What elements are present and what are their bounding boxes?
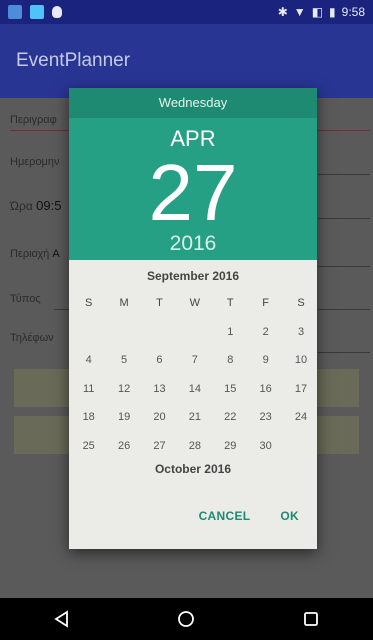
calendar-day[interactable]: 25 [71, 432, 106, 461]
calendar-day[interactable]: 17 [283, 375, 318, 404]
calendar-empty-cell [106, 318, 141, 347]
date-picker-dialog: Wednesday APR 27 2016 September 2016 S M T… [69, 88, 317, 549]
area-field-line [318, 266, 370, 267]
calendar-day[interactable]: 4 [71, 346, 106, 375]
bluetooth-icon: ✱ [277, 5, 288, 19]
android-debug-icon [52, 6, 62, 18]
phone-field[interactable] [318, 352, 370, 353]
document-icon [8, 5, 22, 19]
selected-year[interactable]: 2016 [69, 232, 317, 256]
weekday-header: F [262, 297, 270, 309]
no-sim-icon: ◧ [311, 5, 324, 19]
recents-button[interactable] [291, 604, 331, 634]
calendar-day[interactable]: 19 [106, 403, 141, 432]
calendar-day[interactable]: 3 [283, 318, 318, 347]
weekday-header: S [297, 297, 305, 309]
calendar-day[interactable]: 8 [213, 346, 248, 375]
battery-icon: ▮ [329, 5, 336, 19]
calendar-day[interactable]: 22 [213, 403, 248, 432]
weekday-header: W [189, 297, 201, 309]
calendar-day[interactable]: 1 [213, 318, 248, 347]
recents-icon [303, 612, 318, 626]
calendar-day[interactable]: 2 [248, 318, 283, 347]
calendar-day[interactable]: 18 [71, 403, 106, 432]
area-value[interactable]: A [52, 248, 59, 260]
calendar-empty-cell [71, 318, 106, 347]
next-month-title: October 2016 [154, 462, 232, 476]
calendar-day[interactable]: 30 [248, 432, 283, 461]
back-button[interactable] [42, 604, 82, 634]
date-picker-header: Wednesday APR 27 2016 [69, 88, 317, 260]
type-field-line [54, 309, 70, 310]
calendar-day[interactable]: 14 [177, 375, 212, 404]
calendar-day[interactable]: 9 [248, 346, 283, 375]
phone-label: Τηλέφων [10, 332, 54, 344]
calendar-day[interactable]: 15 [213, 375, 248, 404]
app-title: EventPlanner [16, 50, 131, 71]
calendar-day[interactable]: 7 [177, 346, 212, 375]
calendar-empty-cell [142, 318, 177, 347]
calendar-day[interactable]: 20 [142, 403, 177, 432]
status-bar: ✱ ▼ ◧ ▮ 9:58 [0, 0, 373, 24]
image-icon [30, 5, 44, 19]
type-label: Τύπος [10, 293, 41, 305]
calendar-empty-cell [283, 432, 318, 461]
ok-button[interactable]: OK [280, 509, 299, 523]
date-field[interactable] [318, 174, 370, 175]
calendar-grid: S M T W T F S 1 2 3 4 5 6 7 8 9 10 11 12 13 14 15 16 17 18 19 20 21… [69, 289, 317, 460]
calendar-day[interactable]: 11 [71, 375, 106, 404]
status-time: 9:58 [341, 5, 365, 19]
app-bar: EventPlanner [0, 24, 373, 98]
time-label: Ώρα 09:5 [10, 198, 62, 213]
calendar-day[interactable]: 23 [248, 403, 283, 432]
cancel-button[interactable]: CANCEL [199, 509, 251, 523]
calendar-day[interactable]: 24 [283, 403, 318, 432]
calendar-day[interactable]: 6 [142, 346, 177, 375]
weekday-header: M [119, 297, 129, 309]
time-value[interactable]: 09:5 [36, 198, 61, 213]
wifi-icon: ▼ [293, 5, 306, 19]
calendar-day[interactable]: 27 [142, 432, 177, 461]
back-icon [54, 610, 69, 628]
area-label: Περιοχή A [10, 248, 60, 260]
calendar-empty-cell [177, 318, 212, 347]
navigation-bar [0, 598, 373, 640]
calendar-month-title: September 2016 [146, 269, 240, 283]
calendar-day[interactable]: 21 [177, 403, 212, 432]
home-icon [178, 611, 195, 627]
calendar-day[interactable]: 10 [283, 346, 318, 375]
weekday-header: T [226, 297, 234, 309]
calendar-day[interactable]: 5 [106, 346, 141, 375]
type-field[interactable] [318, 309, 370, 310]
calendar-day[interactable]: 28 [177, 432, 212, 461]
calendar-day[interactable]: 29 [213, 432, 248, 461]
calendar-day[interactable]: 13 [142, 375, 177, 404]
calendar-day[interactable]: 12 [106, 375, 141, 404]
date-label: Ημερομην [10, 156, 60, 168]
weekday-header: S [85, 297, 93, 309]
home-button[interactable] [166, 604, 206, 634]
selected-day[interactable]: 27 [69, 152, 317, 234]
time-field-line [318, 218, 370, 219]
calendar-day[interactable]: 16 [248, 375, 283, 404]
dialog-actions: CANCEL OK [199, 509, 299, 523]
weekday-header: T [156, 297, 163, 309]
calendar-day[interactable]: 26 [106, 432, 141, 461]
selected-weekday: Wednesday [69, 88, 317, 118]
description-label: Περιγραφ [10, 114, 57, 126]
